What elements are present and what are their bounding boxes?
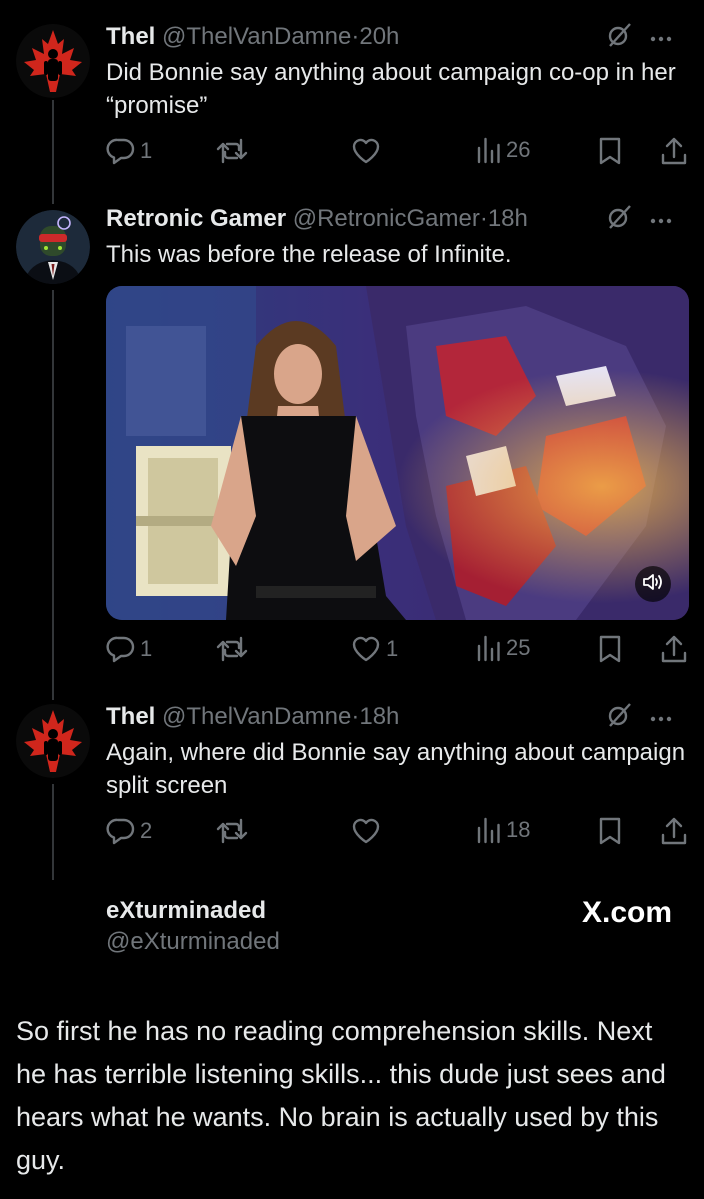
- views-count: 25: [506, 635, 531, 660]
- tweet-header: Thel @ThelVanDamne·18h: [106, 702, 688, 732]
- reply-icon: [106, 634, 136, 664]
- screenshot-byline: eXturminaded @eXturminaded: [106, 896, 280, 958]
- avatar[interactable]: [16, 704, 90, 778]
- timestamp[interactable]: 18h: [359, 703, 399, 730]
- timestamp[interactable]: 18h: [488, 205, 528, 232]
- bookmark-button[interactable]: [596, 634, 624, 664]
- tweet-header: Retronic Gamer @RetronicGamer·18h: [106, 204, 688, 234]
- views-count: 26: [506, 137, 531, 162]
- views-icon: [476, 816, 502, 844]
- share-button[interactable]: [660, 136, 688, 166]
- header-icons: [606, 702, 672, 733]
- tweet-text: This was before the release of Infinite.: [106, 241, 512, 268]
- bookmark-icon: [596, 136, 624, 166]
- header-icons: [606, 22, 672, 53]
- reply-button[interactable]: 1: [106, 634, 152, 664]
- tweet-text: Again, where did Bonnie say anything abo…: [106, 739, 686, 799]
- bookmark-button[interactable]: [596, 816, 624, 846]
- views-button[interactable]: 26: [476, 136, 530, 164]
- avatar[interactable]: [16, 210, 90, 284]
- retweet-button[interactable]: [216, 136, 252, 166]
- action-bar: 1 1 25: [106, 634, 688, 668]
- site-watermark: X.com: [581, 896, 672, 929]
- bookmark-button[interactable]: [596, 136, 624, 166]
- caption-text: So first he has no reading comprehension…: [16, 1016, 666, 1175]
- more-icon[interactable]: [650, 709, 672, 727]
- share-button[interactable]: [660, 634, 688, 664]
- views-button[interactable]: 25: [476, 634, 530, 662]
- share-button[interactable]: [660, 816, 688, 846]
- action-bar: 2 18: [106, 816, 688, 850]
- share-icon: [660, 816, 688, 846]
- views-count: 18: [506, 817, 531, 842]
- timestamp[interactable]: 20h: [359, 23, 399, 50]
- more-icon[interactable]: [650, 211, 672, 229]
- reply-icon: [106, 816, 136, 846]
- retweet-button[interactable]: [216, 816, 252, 846]
- avatar[interactable]: [16, 24, 90, 98]
- views-icon: [476, 136, 502, 164]
- tweet[interactable]: Thel @ThelVanDamne·20h Did Bonnie say an…: [0, 0, 704, 200]
- action-bar: 1 26: [106, 136, 688, 170]
- display-name[interactable]: Thel: [106, 23, 155, 50]
- grok-icon[interactable]: [606, 702, 632, 733]
- views-button[interactable]: 18: [476, 816, 530, 844]
- retweet-icon: [216, 634, 248, 664]
- reply-count: 2: [140, 818, 153, 843]
- like-button[interactable]: [350, 816, 386, 846]
- sound-icon: [642, 572, 664, 597]
- like-count: 1: [386, 636, 399, 661]
- more-icon[interactable]: [650, 29, 672, 47]
- tweet-header: Thel @ThelVanDamne·20h: [106, 22, 688, 52]
- grok-icon[interactable]: [606, 204, 632, 235]
- like-button[interactable]: [350, 136, 386, 166]
- reply-count: 1: [140, 138, 153, 163]
- user-handle[interactable]: @RetronicGamer: [293, 205, 480, 232]
- reply-button[interactable]: 2: [106, 816, 152, 846]
- like-button[interactable]: 1: [350, 634, 398, 664]
- video-player[interactable]: [106, 286, 689, 620]
- display-name[interactable]: Retronic Gamer: [106, 205, 286, 232]
- bookmark-icon: [596, 634, 624, 664]
- user-handle[interactable]: @ThelVanDamne: [162, 23, 351, 50]
- bookmark-icon: [596, 816, 624, 846]
- tweet-text: Did Bonnie say anything about campaign c…: [106, 59, 676, 119]
- retweet-icon: [216, 136, 248, 166]
- reply-count: 1: [140, 636, 153, 661]
- user-handle[interactable]: @ThelVanDamne: [162, 703, 351, 730]
- video-frame: [106, 286, 689, 620]
- reply-button[interactable]: 1: [106, 136, 152, 166]
- views-icon: [476, 634, 502, 662]
- separator-dot: ·: [479, 205, 488, 232]
- byline-handle: @eXturminaded: [106, 928, 280, 955]
- reply-icon: [106, 136, 136, 166]
- share-icon: [660, 634, 688, 664]
- heart-icon: [350, 634, 382, 664]
- heart-icon: [350, 816, 382, 846]
- sound-button[interactable]: [635, 566, 671, 602]
- display-name[interactable]: Thel: [106, 703, 155, 730]
- tweet[interactable]: Thel @ThelVanDamne·18h Again, where did …: [0, 700, 704, 880]
- share-icon: [660, 136, 688, 166]
- retweet-button[interactable]: [216, 634, 252, 664]
- header-icons: [606, 204, 672, 235]
- grok-icon[interactable]: [606, 22, 632, 53]
- heart-icon: [350, 136, 382, 166]
- retweet-icon: [216, 816, 248, 846]
- byline-name: eXturminaded: [106, 897, 267, 924]
